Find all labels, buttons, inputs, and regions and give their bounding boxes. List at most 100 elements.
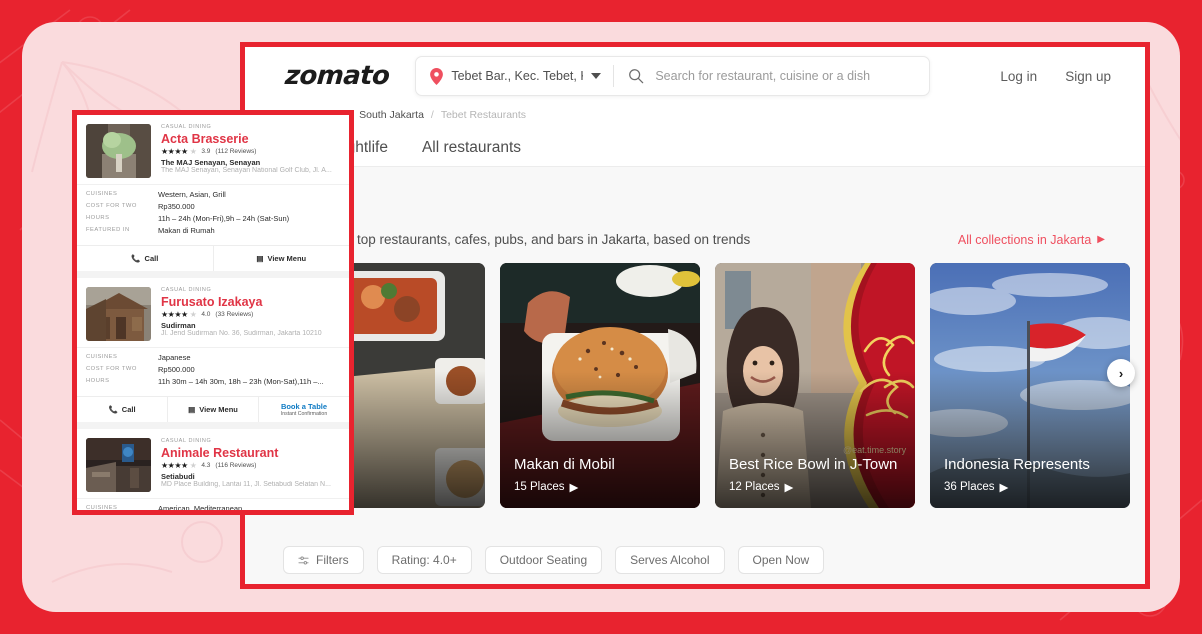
restaurant-thumbnail[interactable] xyxy=(86,438,151,492)
list-divider xyxy=(77,271,349,278)
meta-row: HOURS 11h 30m – 14h 30m, 18h – 23h (Mon-… xyxy=(86,377,340,386)
signup-button[interactable]: Sign up xyxy=(1065,69,1111,84)
filter-open-now[interactable]: Open Now xyxy=(737,546,825,574)
view-menu-button[interactable]: ▤ View Menu xyxy=(214,246,350,271)
restaurant-kind: CASUAL DINING xyxy=(161,124,212,130)
star-icon: ★★★★ xyxy=(161,147,188,156)
tab-all-restaurants[interactable]: All restaurants xyxy=(422,139,521,166)
breadcrumb-item[interactable]: South Jakarta xyxy=(359,109,424,121)
filter-sliders-icon xyxy=(298,556,309,564)
meta-key: CUISINES xyxy=(86,354,118,360)
restaurant-name[interactable]: Acta Brasserie xyxy=(161,132,340,146)
restaurant-card[interactable]: CASUAL DINING Furusato Izakaya ★★★★ ★ 4.… xyxy=(77,278,349,422)
chevron-right-icon: ▶ xyxy=(784,482,794,494)
filters-button[interactable]: Filters xyxy=(283,546,364,574)
rating-reviews: (116 Reviews) xyxy=(215,462,257,469)
restaurant-card[interactable]: CASUAL DINING Animale Restaurant ★★★★ ★ … xyxy=(77,429,349,513)
collection-places-count: 36 Places xyxy=(944,481,995,493)
meta-key: FEATURED IN xyxy=(86,227,130,233)
location-pin-icon xyxy=(430,67,444,85)
all-collections-link[interactable]: All collections in Jakarta ▶ xyxy=(958,233,1105,247)
meta-value: 11h – 24h (Mon-Fri),9h – 24h (Sat-Sun) xyxy=(158,214,290,223)
restaurant-card[interactable]: CASUAL DINING Acta Brasserie ★★★★ ★ 3.9 … xyxy=(77,115,349,271)
chevron-down-icon[interactable] xyxy=(591,73,602,79)
star-icon: ★★★★ xyxy=(161,461,188,470)
collection-caption: Makan di Mobil 15 Places ▶ xyxy=(514,456,690,494)
restaurant-rating: ★★★★ ★ 3.9 (112 Reviews) xyxy=(161,147,340,156)
restaurant-thumbnail[interactable] xyxy=(86,287,151,341)
rating-reviews: (33 Reviews) xyxy=(215,311,254,318)
collection-caption: Indonesia Represents 36 Places ▶ xyxy=(944,456,1120,494)
search-bar[interactable]: Tebet Bar., Kec. Tebet, Kc Search for re… xyxy=(415,56,931,96)
restaurant-thumbnail[interactable] xyxy=(86,124,151,178)
restaurant-info: CASUAL DINING Acta Brasserie ★★★★ ★ 3.9 … xyxy=(161,124,340,178)
meta-value: Western, Asian, Grill xyxy=(158,190,226,199)
collection-name: Makan di Mobil xyxy=(514,456,615,474)
restaurant-info: CASUAL DINING Furusato Izakaya ★★★★ ★ 4.… xyxy=(161,287,340,341)
divider xyxy=(613,65,615,87)
location-input[interactable]: Tebet Bar., Kec. Tebet, Kc xyxy=(451,69,583,83)
star-empty-icon: ★ xyxy=(189,147,197,156)
meta-row: COST FOR TWO Rp350.000 xyxy=(86,202,340,211)
breadcrumb-separator: / xyxy=(430,109,434,121)
filter-rating[interactable]: Rating: 4.0+ xyxy=(376,546,472,574)
call-button[interactable]: 📞 Call xyxy=(77,246,214,271)
meta-key: COST FOR TWO xyxy=(86,203,137,209)
book-a-table-sublabel: Instant Confirmation xyxy=(280,411,328,417)
meta-value: Japanese xyxy=(158,353,191,362)
rating-value: 3.9 xyxy=(201,148,211,155)
phone-icon: 📞 xyxy=(108,405,118,414)
restaurant-rating: ★★★★ ★ 4.0 (33 Reviews) xyxy=(161,310,340,319)
collection-name: Best Rice Bowl in J-Town xyxy=(729,456,898,474)
restaurant-header: CASUAL DINING Acta Brasserie ★★★★ ★ 3.9 … xyxy=(77,115,349,184)
meta-row: FEATURED IN Makan di Rumah xyxy=(86,226,340,235)
collection-places-count: 12 Places xyxy=(729,481,780,493)
filter-serves-alcohol[interactable]: Serves Alcohol xyxy=(615,546,725,574)
meta-value: Rp350.000 xyxy=(158,202,195,211)
restaurant-info: CASUAL DINING Animale Restaurant ★★★★ ★ … xyxy=(161,438,340,492)
meta-row: CUISINES American, Mediterranean xyxy=(86,504,340,513)
star-icon: ★★★★ xyxy=(161,310,188,319)
phone-icon: 📞 xyxy=(131,254,141,263)
login-button[interactable]: Log in xyxy=(1000,69,1037,84)
call-button[interactable]: 📞 Call xyxy=(77,397,168,422)
collection-card[interactable]: Makan di Mobil 15 Places ▶ xyxy=(500,263,700,508)
filter-outdoor-seating[interactable]: Outdoor Seating xyxy=(484,546,603,574)
call-label: Call xyxy=(121,405,136,414)
restaurant-area: Setiabudi xyxy=(161,472,195,481)
book-a-table-button[interactable]: Book a Table Instant Confirmation xyxy=(259,397,349,422)
carousel-next-button[interactable]: › xyxy=(1107,359,1135,387)
view-menu-button[interactable]: ▤ View Menu xyxy=(168,397,259,422)
restaurant-photo xyxy=(86,124,151,178)
view-menu-label: View Menu xyxy=(199,405,238,414)
search-input[interactable]: Search for restaurant, cuisine or a dish xyxy=(655,69,870,83)
call-label: Call xyxy=(144,254,159,263)
meta-row: CUISINES Japanese xyxy=(86,353,340,362)
filters-label: Filters xyxy=(316,553,349,567)
breadcrumb-current: Tebet Restaurants xyxy=(440,109,527,121)
collection-places-count: 15 Places xyxy=(514,481,565,493)
collection-card[interactable]: @eat.time.story Best Rice Bowl in J-Town… xyxy=(715,263,915,508)
collection-name: Indonesia Represents xyxy=(944,456,1090,474)
meta-row: HOURS 11h – 24h (Mon-Fri),9h – 24h (Sat-… xyxy=(86,214,340,223)
meta-key: CUISINES xyxy=(86,505,118,511)
meta-value: American, Mediterranean xyxy=(158,504,243,513)
meta-key: CUISINES xyxy=(86,191,118,197)
restaurant-address: MD Place Building, Lantai 11, Jl. Setiab… xyxy=(161,481,331,488)
search-icon xyxy=(629,69,644,84)
collection-caption: Best Rice Bowl in J-Town 12 Places ▶ xyxy=(729,456,905,494)
restaurant-name[interactable]: Animale Restaurant xyxy=(161,446,340,460)
restaurant-meta: CUISINES Japanese COST FOR TWO Rp500.000… xyxy=(77,347,349,396)
restaurant-actions: 📞 Call ▤ View Menu xyxy=(77,245,349,271)
collections-carousel: Rumah xyxy=(245,247,1145,508)
restaurant-name[interactable]: Furusato Izakaya xyxy=(161,295,340,309)
view-menu-label: View Menu xyxy=(267,254,307,263)
meta-value: Rp500.000 xyxy=(158,365,195,374)
chevron-right-icon: ▶ xyxy=(1097,234,1105,245)
collection-card[interactable]: Indonesia Represents 36 Places ▶ xyxy=(930,263,1130,508)
zomato-logo[interactable]: zomato xyxy=(284,61,390,91)
menu-book-icon: ▤ xyxy=(256,254,264,263)
section-subtitle: ated lists of top restaurants, cafes, pu… xyxy=(285,232,751,247)
rating-value: 4.3 xyxy=(201,462,211,469)
star-empty-icon: ★ xyxy=(189,310,197,319)
